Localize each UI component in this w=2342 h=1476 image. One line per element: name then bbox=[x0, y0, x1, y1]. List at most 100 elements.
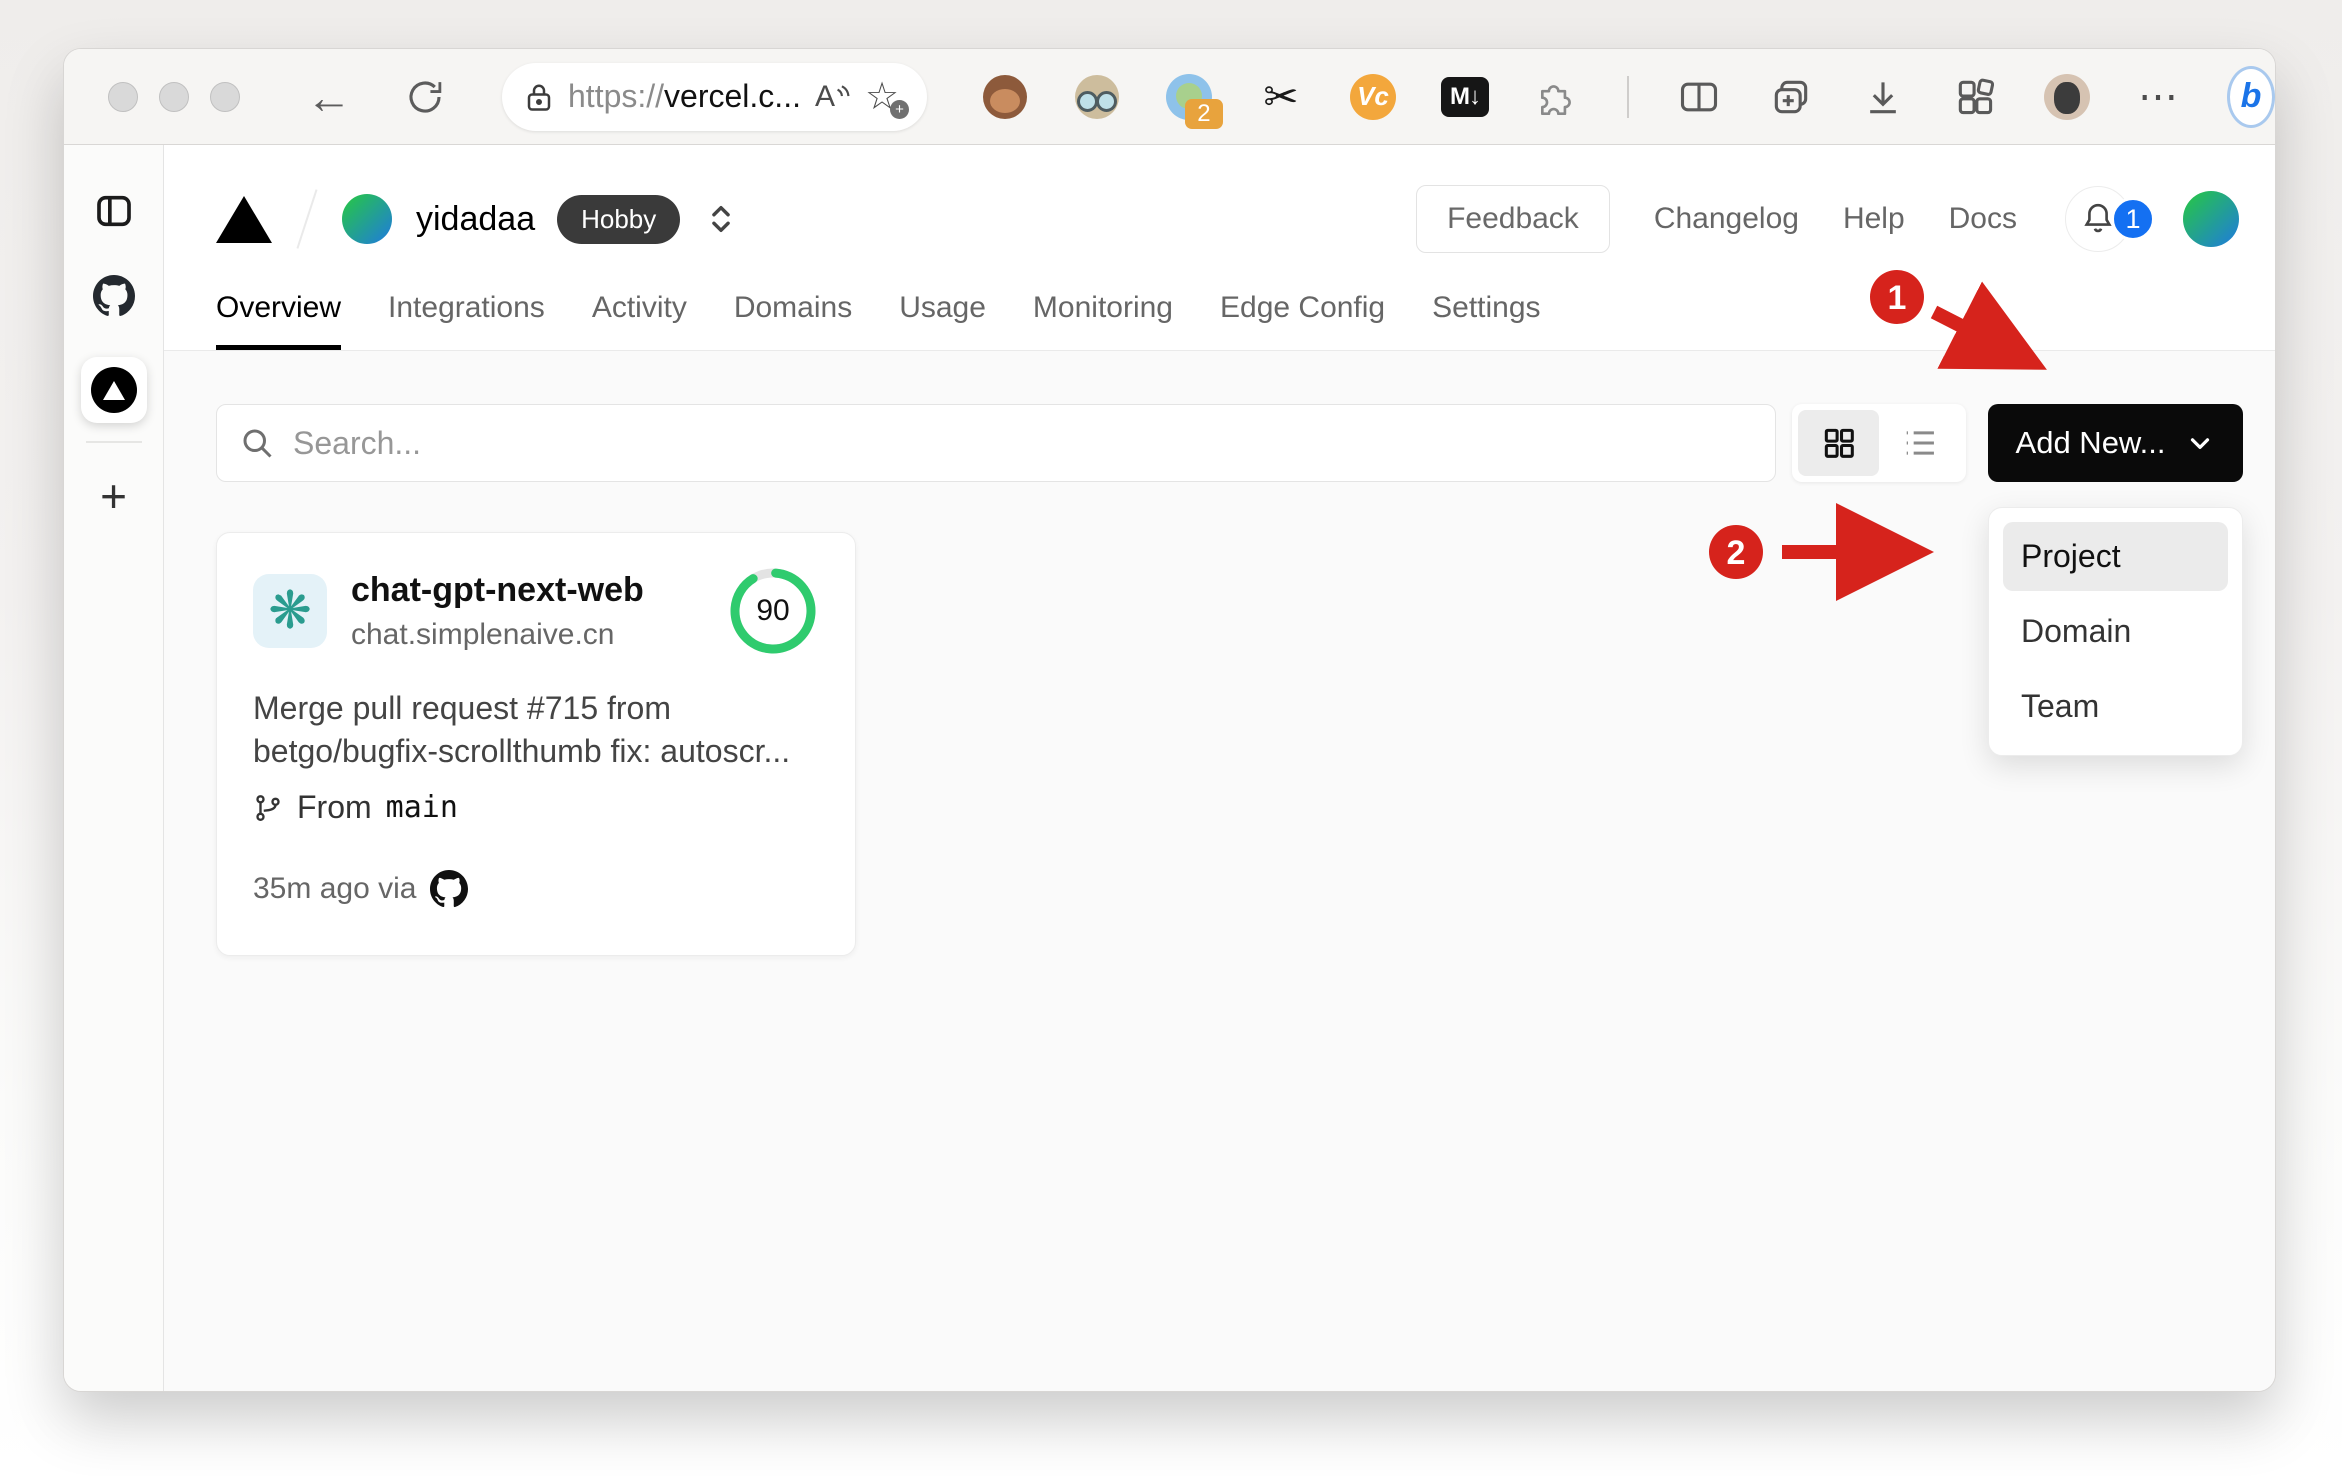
grid-view-icon bbox=[1824, 428, 1854, 458]
browser-toolbar: ← https://vercel.c... A ☆ + 2 ✂ Vc M↓ ⋯ … bbox=[64, 49, 2275, 145]
add-new-button[interactable]: Add New... bbox=[1988, 404, 2243, 482]
dropdown-item-domain[interactable]: Domain bbox=[2003, 597, 2228, 666]
project-domain[interactable]: chat.simplenaive.cn bbox=[351, 618, 727, 652]
score-indicator: 90 bbox=[727, 565, 819, 657]
deployed-time: 35m ago via bbox=[253, 872, 417, 905]
star-plus-badge: + bbox=[889, 99, 909, 119]
vercel-tab-active[interactable] bbox=[80, 357, 147, 423]
actions-row: Add New... bbox=[216, 404, 2243, 482]
dropdown-item-team[interactable]: Team bbox=[2003, 672, 2228, 741]
zoom-window-button[interactable] bbox=[210, 81, 240, 112]
project-name[interactable]: chat-gpt-next-web bbox=[351, 571, 727, 610]
tab-usage[interactable]: Usage bbox=[899, 291, 986, 350]
tab-activity[interactable]: Activity bbox=[592, 291, 687, 350]
plan-badge: Hobby bbox=[557, 194, 681, 244]
team-avatar[interactable] bbox=[342, 194, 392, 244]
chevron-down-icon bbox=[2191, 438, 2210, 449]
browser-body: + yidadaa Hobby Feedback Changelog Help … bbox=[64, 145, 2275, 1391]
apps-sidebar-icon[interactable] bbox=[1951, 73, 1999, 121]
sidebar-divider bbox=[85, 441, 142, 443]
tab-integrations[interactable]: Integrations bbox=[388, 291, 545, 350]
downloads-icon[interactable] bbox=[1859, 73, 1907, 121]
search-box[interactable] bbox=[216, 404, 1776, 482]
tab-monitoring[interactable]: Monitoring bbox=[1033, 291, 1173, 350]
scissors-extension-icon[interactable]: ✂ bbox=[1257, 73, 1305, 121]
commit-line-1: Merge pull request #715 from bbox=[253, 690, 671, 726]
add-favorite-icon[interactable]: ☆ + bbox=[865, 77, 909, 119]
github-tab-icon[interactable] bbox=[92, 275, 135, 317]
site-header: yidadaa Hobby Feedback Changelog Help Do… bbox=[164, 145, 2275, 351]
docs-link[interactable]: Docs bbox=[1949, 202, 2017, 236]
profile-avatar[interactable] bbox=[2043, 73, 2091, 121]
help-link[interactable]: Help bbox=[1843, 202, 1905, 236]
branch-label: From bbox=[297, 789, 372, 825]
browser-sidebar: + bbox=[64, 145, 164, 1391]
tab-edge-config[interactable]: Edge Config bbox=[1220, 291, 1385, 350]
tab-overview[interactable]: Overview bbox=[216, 291, 342, 350]
openai-project-icon: ❋ bbox=[253, 574, 327, 648]
feedback-button[interactable]: Feedback bbox=[1416, 185, 1610, 253]
markdown-label: M↓ bbox=[1440, 76, 1489, 117]
team-name[interactable]: yidadaa bbox=[416, 200, 535, 239]
score-value: 90 bbox=[756, 594, 790, 627]
collections-icon[interactable] bbox=[1767, 73, 1815, 121]
commit-message: Merge pull request #715 from betgo/bugfi… bbox=[253, 687, 813, 773]
desktop-background: ← https://vercel.c... A ☆ + 2 ✂ Vc M↓ ⋯ … bbox=[0, 0, 2342, 1476]
avatar-extension-icon[interactable] bbox=[1073, 73, 1121, 121]
annotation-number-2: 2 bbox=[1727, 534, 1746, 572]
bing-chat-icon[interactable]: b bbox=[2226, 65, 2275, 128]
extensions-puzzle-icon[interactable] bbox=[1533, 73, 1581, 121]
bell-icon bbox=[2084, 203, 2112, 233]
minimize-window-button[interactable] bbox=[159, 81, 189, 112]
tab-domains[interactable]: Domains bbox=[734, 291, 852, 350]
address-bar[interactable]: https://vercel.c... A ☆ + bbox=[502, 62, 927, 131]
vercel-favicon bbox=[90, 367, 137, 413]
extension-row: 2 ✂ Vc M↓ ⋯ b bbox=[981, 65, 2275, 129]
git-branch-icon bbox=[256, 794, 280, 821]
vc-extension-icon[interactable]: Vc bbox=[1349, 73, 1397, 121]
search-icon bbox=[243, 429, 272, 458]
browser-window: ← https://vercel.c... A ☆ + 2 ✂ Vc M↓ ⋯ … bbox=[63, 48, 2276, 1392]
more-menu-icon[interactable]: ⋯ bbox=[2135, 73, 2183, 121]
grid-view-button[interactable] bbox=[1798, 410, 1879, 476]
project-card[interactable]: ❋ chat-gpt-next-web chat.simplenaive.cn … bbox=[216, 532, 856, 956]
dropdown-item-project[interactable]: Project bbox=[2003, 522, 2228, 591]
team-switcher-icon[interactable] bbox=[706, 202, 736, 236]
commit-line-2: betgo/bugfix-scrollthumb fix: autoscr... bbox=[253, 733, 791, 769]
new-tab-button[interactable]: + bbox=[100, 469, 127, 523]
notification-count-badge: 1 bbox=[2111, 197, 2155, 241]
annotation-circle-2 bbox=[1709, 525, 1763, 579]
read-aloud-icon[interactable]: A bbox=[815, 81, 851, 112]
tampermonkey-extension-icon[interactable] bbox=[981, 73, 1029, 121]
extension-count-badge: 2 bbox=[1184, 98, 1223, 129]
markdown-extension-icon[interactable]: M↓ bbox=[1440, 73, 1489, 121]
badge-extension-icon[interactable]: 2 bbox=[1165, 73, 1223, 129]
view-toggle bbox=[1792, 404, 1966, 482]
reload-icon[interactable] bbox=[404, 76, 446, 118]
url-text: https://vercel.c... bbox=[568, 78, 801, 115]
notifications-button[interactable]: 1 bbox=[2065, 186, 2155, 252]
split-screen-icon[interactable] bbox=[1675, 73, 1723, 121]
deployment-meta: 35m ago via bbox=[253, 870, 819, 908]
branch-name: main bbox=[385, 790, 458, 825]
back-icon[interactable]: ← bbox=[306, 70, 352, 124]
tab-settings[interactable]: Settings bbox=[1432, 291, 1540, 350]
branch-row: From main bbox=[253, 789, 819, 826]
vercel-logo[interactable] bbox=[216, 195, 272, 243]
close-window-button[interactable] bbox=[108, 81, 138, 112]
add-new-label: Add New... bbox=[2015, 425, 2166, 460]
reader-waves bbox=[836, 84, 850, 96]
dashboard-tabs: Overview Integrations Activity Domains U… bbox=[216, 291, 1541, 350]
lock-icon bbox=[527, 84, 551, 111]
breadcrumb-slash bbox=[296, 189, 318, 249]
changelog-link[interactable]: Changelog bbox=[1654, 202, 1799, 236]
user-avatar[interactable] bbox=[2183, 191, 2239, 247]
sidebar-panel-toggle-icon[interactable] bbox=[94, 191, 134, 231]
window-controls bbox=[108, 81, 240, 112]
reload-glyph bbox=[409, 81, 442, 113]
search-input[interactable] bbox=[291, 423, 1753, 463]
vercel-dashboard: yidadaa Hobby Feedback Changelog Help Do… bbox=[164, 145, 2275, 1391]
list-view-button[interactable] bbox=[1879, 410, 1960, 476]
list-view-icon bbox=[1906, 431, 1934, 455]
toolbar-divider bbox=[1626, 75, 1629, 118]
